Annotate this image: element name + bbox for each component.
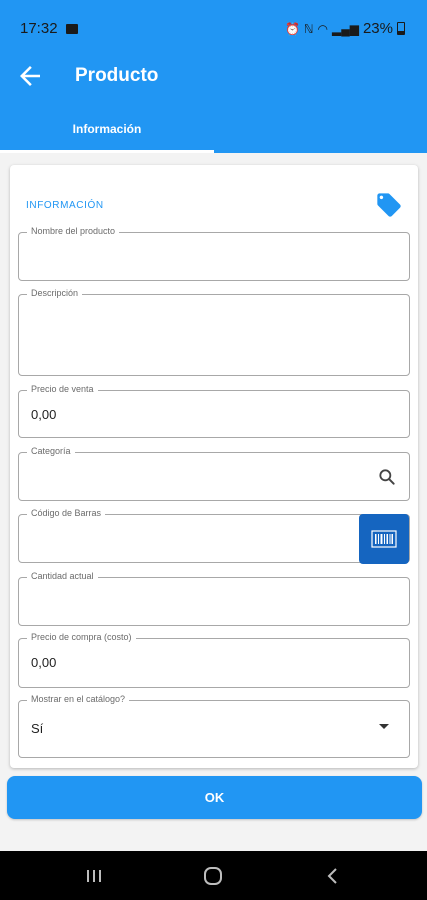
arrow-left-icon[interactable]: [15, 61, 45, 91]
app-bar: Producto Información: [0, 47, 427, 153]
quantity-label: Cantidad actual: [27, 571, 98, 581]
ok-label: OK: [204, 790, 225, 805]
cost-price-label: Precio de compra (costo): [27, 632, 136, 642]
content-area: INFORMACIÓN Nombre del producto Descripc…: [0, 153, 427, 851]
product-form-card: INFORMACIÓN Nombre del producto Descripc…: [10, 165, 418, 768]
nav-back-icon[interactable]: [320, 863, 346, 889]
cost-price-value: 0,00: [31, 655, 57, 670]
alarm-icon: ⏰: [284, 21, 300, 36]
nfc-icon: ℕ: [303, 21, 314, 36]
signal-icon: ▂▄▆: [332, 21, 359, 36]
catalog-label: Mostrar en el catálogo?: [27, 694, 130, 704]
category-field[interactable]: Categoría: [18, 446, 410, 501]
card-title: INFORMACIÓN: [26, 200, 104, 211]
sale-price-label: Precio de venta: [27, 384, 98, 394]
sale-price-value: 0,00: [31, 407, 57, 422]
page-title: Producto: [75, 65, 159, 86]
category-label: Categoría: [27, 446, 75, 456]
search-icon[interactable]: [377, 467, 397, 487]
cost-price-field[interactable]: Precio de compra (costo) 0,00: [18, 632, 410, 688]
description-label: Descripción: [27, 288, 83, 298]
recent-apps-icon[interactable]: [81, 863, 107, 889]
wifi-icon: ◠: [317, 21, 328, 36]
status-icons: ⏰ ℕ ◠ ▂▄▆ 23%: [285, 20, 405, 37]
scan-barcode-button[interactable]: [359, 514, 409, 564]
barcode-label: Código de Barras: [27, 508, 106, 518]
ok-button[interactable]: OK: [7, 776, 422, 819]
quantity-field[interactable]: Cantidad actual: [18, 571, 410, 626]
barcode-icon: [371, 530, 397, 548]
product-name-label: Nombre del producto: [27, 226, 120, 236]
description-field[interactable]: Descripción: [18, 288, 410, 376]
battery-percent: 23%: [362, 20, 393, 37]
catalog-value: Sí: [31, 721, 44, 736]
product-name-field[interactable]: Nombre del producto: [18, 226, 410, 281]
system-nav-bar: [0, 851, 427, 900]
gallery-notification-icon: [66, 24, 78, 34]
status-bar: 17:32 ⏰ ℕ ◠ ▂▄▆ 23%: [0, 0, 427, 47]
tag-icon: [377, 193, 401, 217]
barcode-field[interactable]: Código de Barras: [18, 508, 410, 564]
battery-icon: [397, 22, 405, 35]
tab-informacion[interactable]: Información: [0, 113, 214, 153]
status-time: 17:32: [20, 20, 58, 37]
tab-label: Información: [72, 122, 142, 136]
catalog-select[interactable]: Mostrar en el catálogo? Sí: [18, 694, 410, 758]
sale-price-field[interactable]: Precio de venta 0,00: [18, 384, 410, 438]
caret-down-icon: [379, 724, 389, 729]
home-icon[interactable]: [200, 863, 226, 889]
